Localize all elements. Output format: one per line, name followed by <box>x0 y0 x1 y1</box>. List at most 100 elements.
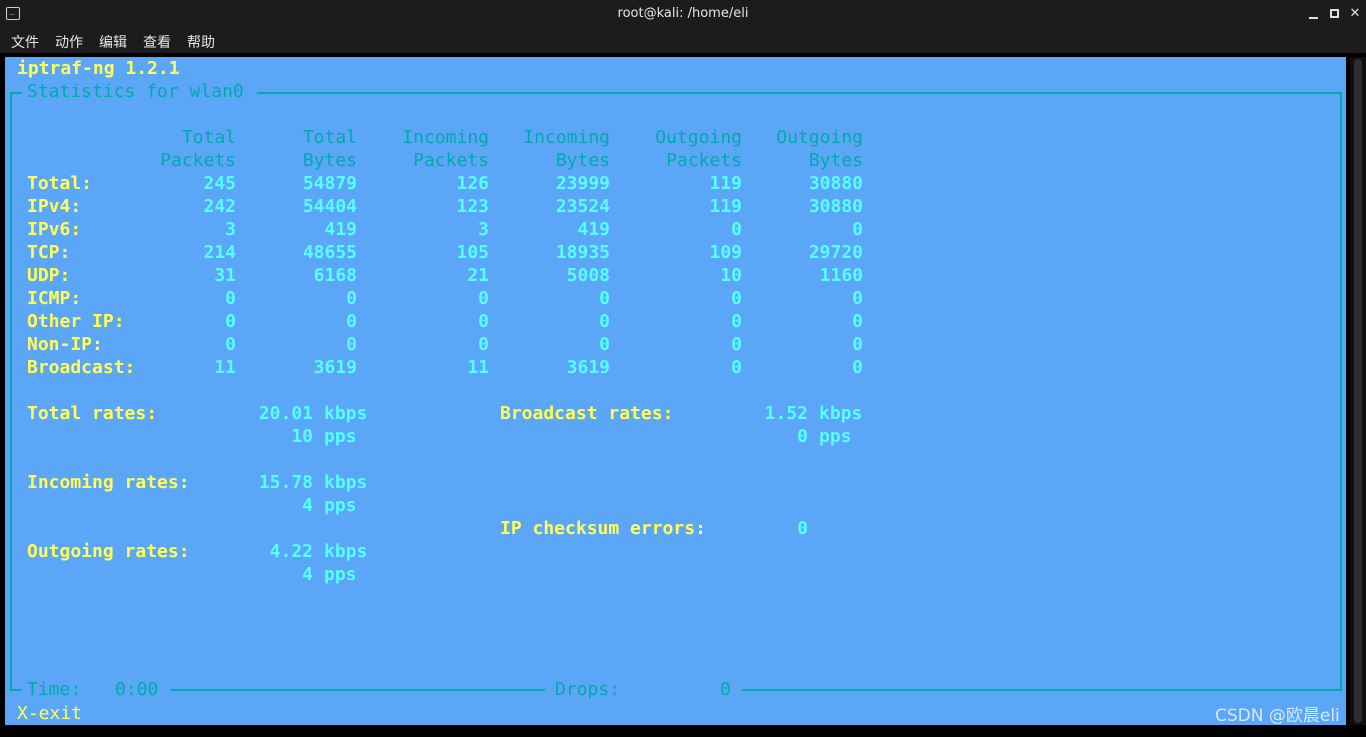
col-header-4-line1: Incoming <box>523 127 610 148</box>
menu-help[interactable]: 帮助 <box>187 32 215 52</box>
table-cell: 0 <box>852 334 863 355</box>
window-bottom-edge <box>0 725 1366 737</box>
terminal-screen[interactable]: iptraf-ng 1.2.1 Statistics for wlan0 Tot… <box>5 57 1346 726</box>
row-label: Total: <box>27 173 93 194</box>
pps-unit: pps <box>324 495 357 516</box>
table-cell: 0 <box>599 334 610 355</box>
table-cell: 11 <box>214 357 236 378</box>
table-cell: 0 <box>346 334 357 355</box>
table-cell: 245 <box>203 173 236 194</box>
table-cell: 242 <box>203 196 236 217</box>
col-header-3-line1: Incoming <box>402 127 489 148</box>
row-label: ICMP: <box>27 288 82 309</box>
table-cell: 21 <box>467 265 489 286</box>
time-label: Time: <box>27 679 82 700</box>
window-titlebar: _ root@kali: /home/eli ✕ <box>0 0 1366 28</box>
box-bottom-mid <box>171 689 545 691</box>
row-label: Other IP: <box>27 311 125 332</box>
maximize-icon <box>1330 9 1339 18</box>
table-cell: 0 <box>731 219 742 240</box>
table-cell: 119 <box>709 173 742 194</box>
outgoing-rates-kbps: 4.22 <box>269 541 313 562</box>
maximize-button[interactable] <box>1325 4 1345 24</box>
table-cell: 0 <box>478 334 489 355</box>
total-rates-label: Total rates: <box>27 403 158 424</box>
box-bottom-right <box>742 689 1342 691</box>
minimize-icon <box>1309 17 1318 19</box>
row-label: IPv4: <box>27 196 82 217</box>
drops-label: Drops: <box>555 679 621 700</box>
col-header-3-line2: Packets <box>413 150 489 171</box>
table-cell: 23524 <box>555 196 610 217</box>
table-cell: 3619 <box>313 357 357 378</box>
table-cell: 30880 <box>808 173 863 194</box>
pps-unit: pps <box>819 426 852 447</box>
broadcast-rates-label: Broadcast rates: <box>500 403 674 424</box>
scrollbar-thumb[interactable] <box>1354 59 1362 723</box>
checksum-errors-value: 0 <box>797 518 808 539</box>
table-cell: 0 <box>225 288 236 309</box>
terminal-scrollbar[interactable] <box>1350 57 1366 725</box>
total-rates-kbps: 20.01 <box>258 403 313 424</box>
table-cell: 23999 <box>555 173 610 194</box>
menu-action[interactable]: 动作 <box>55 32 83 52</box>
row-label: Broadcast: <box>27 357 136 378</box>
exit-hint[interactable]: X-exit <box>17 702 82 725</box>
row-label: Non-IP: <box>27 334 103 355</box>
col-header-5-line2: Packets <box>666 150 742 171</box>
table-cell: 0 <box>731 311 742 332</box>
minimize-button[interactable] <box>1304 4 1324 24</box>
table-cell: 123 <box>456 196 489 217</box>
outgoing-rates-label: Outgoing rates: <box>27 541 190 562</box>
row-label: TCP: <box>27 242 71 263</box>
time-value: 0:00 <box>115 679 159 700</box>
menu-file[interactable]: 文件 <box>11 32 39 52</box>
table-cell: 0 <box>852 288 863 309</box>
table-cell: 0 <box>346 288 357 309</box>
row-label: UDP: <box>27 265 71 286</box>
table-cell: 0 <box>731 357 742 378</box>
table-cell: 10 <box>720 265 742 286</box>
table-cell: 54879 <box>302 173 357 194</box>
pps-unit: pps <box>324 564 357 585</box>
table-cell: 54404 <box>302 196 357 217</box>
close-button[interactable]: ✕ <box>1345 4 1365 24</box>
kbps-unit: kbps <box>324 472 368 493</box>
table-cell: 29720 <box>808 242 863 263</box>
close-icon: ✕ <box>1349 6 1361 21</box>
box-right <box>1340 92 1342 690</box>
window-title: root@kali: /home/eli <box>617 6 749 21</box>
incoming-rates-kbps: 15.78 <box>258 472 313 493</box>
table-cell: 119 <box>709 196 742 217</box>
table-cell: 419 <box>324 219 357 240</box>
incoming-rates-label: Incoming rates: <box>27 472 190 493</box>
box-left <box>10 92 12 690</box>
table-cell: 0 <box>599 288 610 309</box>
table-cell: 6168 <box>313 265 357 286</box>
table-cell: 0 <box>346 311 357 332</box>
table-cell: 0 <box>852 311 863 332</box>
kbps-unit: kbps <box>324 541 368 562</box>
incoming-rates-pps: 4 <box>302 495 313 516</box>
box-bottom-left <box>10 689 22 691</box>
table-cell: 0 <box>225 311 236 332</box>
pps-unit: pps <box>324 426 357 447</box>
row-label: IPv6: <box>27 219 82 240</box>
table-cell: 3 <box>225 219 236 240</box>
box-top-right <box>257 92 1342 94</box>
col-header-1-line1: Total <box>181 127 236 148</box>
menu-view[interactable]: 查看 <box>143 32 171 52</box>
table-cell: 18935 <box>555 242 610 263</box>
table-cell: 109 <box>709 242 742 263</box>
table-cell: 105 <box>456 242 489 263</box>
table-cell: 5008 <box>566 265 610 286</box>
broadcast-rates-pps: 0 <box>797 426 808 447</box>
drops-value: 0 <box>720 679 731 700</box>
menu-edit[interactable]: 编辑 <box>99 32 127 52</box>
table-cell: 0 <box>731 288 742 309</box>
col-header-2-line2: Bytes <box>302 150 357 171</box>
table-cell: 31 <box>214 265 236 286</box>
checksum-errors-label: IP checksum errors: <box>500 518 706 539</box>
app-title: iptraf-ng 1.2.1 <box>17 58 180 79</box>
col-header-1-line2: Packets <box>160 150 236 171</box>
